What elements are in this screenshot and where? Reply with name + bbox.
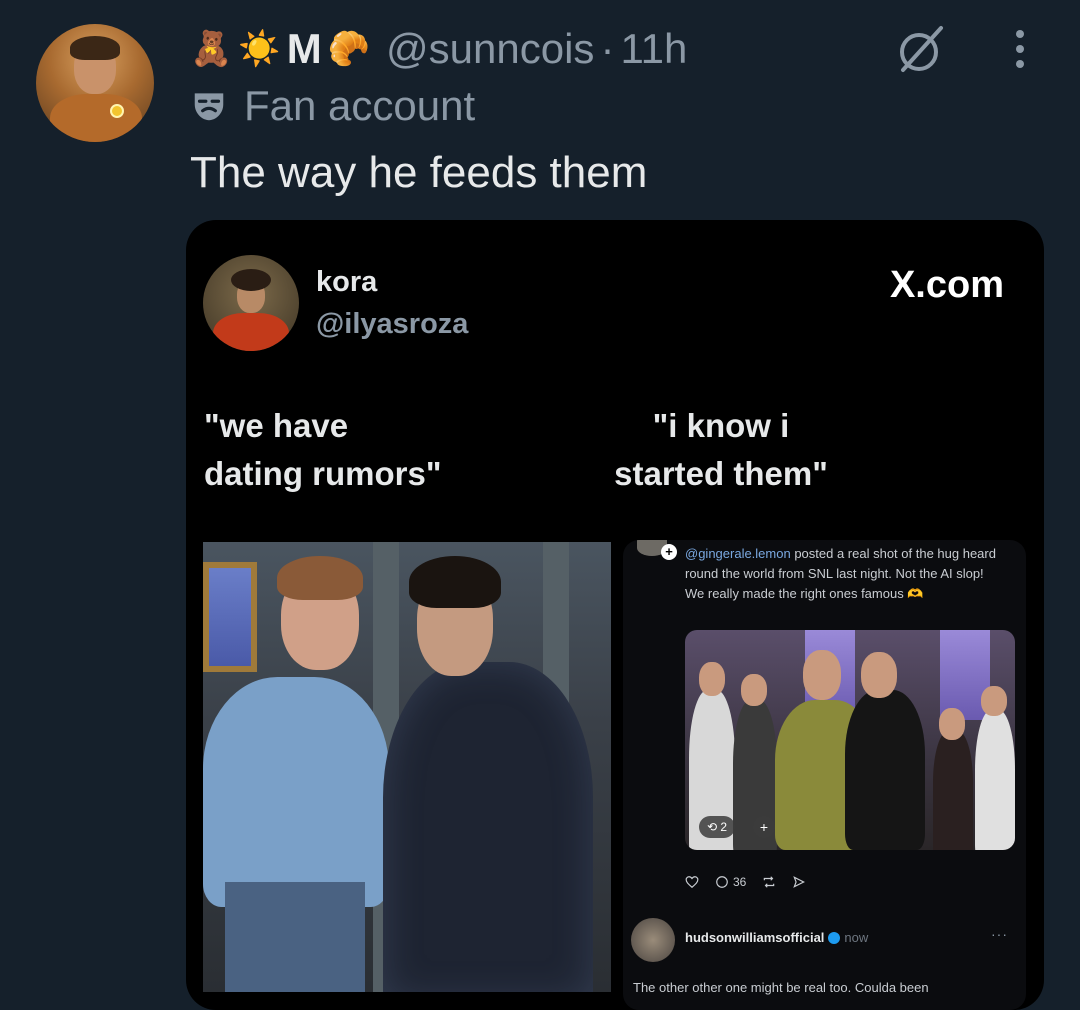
display-name[interactable]: M [287, 25, 322, 73]
comment-action: 36 [715, 875, 746, 889]
repost-action [762, 875, 776, 889]
like-action [685, 875, 699, 889]
add-button: + [753, 816, 775, 838]
reply-text: The other other one might be real too. C… [633, 980, 929, 995]
x-watermark: X.com [889, 264, 1004, 306]
crowd-person [975, 710, 1015, 850]
caption-right: "i know i started them" [614, 407, 828, 492]
author-row: 🧸 ☀️ M 🥐 @sunncois · 11h [190, 24, 687, 74]
avatar-body [50, 94, 142, 142]
follow-plus-badge: + [661, 544, 677, 560]
embedded-post-link: @gingerale.lemon [685, 546, 791, 561]
embedded-author-name: kora [316, 266, 378, 298]
person-one-head [803, 650, 841, 700]
person-one-hair [277, 556, 363, 600]
image-counter: ⟲ 2 [699, 816, 736, 838]
crowd-head [981, 686, 1007, 716]
send-icon [793, 876, 806, 888]
tweet-text: The way he feeds them [190, 148, 648, 197]
reply-time: now [844, 930, 869, 945]
reply-avatar [631, 918, 675, 962]
comment-count: 36 [733, 875, 747, 889]
heart-icon [685, 876, 699, 889]
person-two-hair [409, 556, 501, 608]
repost-icon [764, 876, 775, 888]
separator-dot: · [600, 25, 615, 72]
avatar-hair [231, 269, 271, 291]
crowd-head [939, 708, 965, 740]
avatar-hair [70, 36, 120, 60]
snl-photo [203, 542, 611, 992]
handle[interactable]: @sunncois [386, 25, 594, 73]
crowd-person [933, 730, 973, 850]
comment-icon [716, 876, 728, 888]
person-two-outfit [383, 662, 593, 992]
embedded-post-actions: 36 [685, 870, 806, 894]
reply-more-icon: ··· [991, 926, 1008, 942]
hands-emoji: 🫶 [907, 586, 924, 601]
person-two-head [861, 652, 897, 698]
crowd-head [741, 674, 767, 706]
embedded-author-handle: @ilyasroza [316, 308, 469, 340]
person-one-shirt [203, 677, 389, 907]
photo-window [203, 562, 257, 672]
tweet[interactable]: 🧸 ☀️ M 🥐 @sunncois · 11h Fan account The… [0, 0, 1080, 1010]
share-action [792, 875, 806, 889]
timestamp[interactable]: 11h [620, 25, 687, 73]
croissant-emoji: 🥐 [327, 30, 371, 68]
sun-emoji: ☀️ [238, 30, 281, 68]
embedded-author-avatar [203, 255, 299, 351]
reply-author: hudsonwilliamsofficial now [685, 930, 868, 945]
avatar-flower [110, 104, 124, 118]
account-label-text: Fan account [244, 82, 476, 129]
mask-icon [194, 93, 224, 121]
person-one-jeans [225, 882, 365, 992]
more-icon[interactable] [1004, 26, 1036, 72]
teddy-bear-emoji: 🧸 [190, 30, 233, 68]
media-attachment[interactable]: kora @ilyasroza X.com "we have dating ru… [186, 220, 1044, 1010]
embedded-post-text: @gingerale.lemon posted a real shot of t… [685, 544, 1005, 604]
avatar-shirt [213, 313, 289, 351]
image-counter-value: 2 [720, 820, 728, 834]
crowd-head [699, 662, 725, 696]
verified-badge-icon [828, 931, 841, 944]
person-two-outfit [845, 690, 925, 850]
avatar[interactable] [36, 24, 154, 142]
embedded-post-photo [685, 630, 1015, 850]
embedded-screenshot: + @gingerale.lemon posted a real shot of… [623, 540, 1026, 1010]
account-label: Fan account [190, 80, 475, 132]
caption-left: "we have dating rumors" [204, 407, 442, 492]
grok-icon[interactable] [893, 20, 949, 76]
reply-username: hudsonwilliamsofficial [685, 930, 825, 945]
repost-mini-icon: ⟲ [707, 820, 718, 834]
